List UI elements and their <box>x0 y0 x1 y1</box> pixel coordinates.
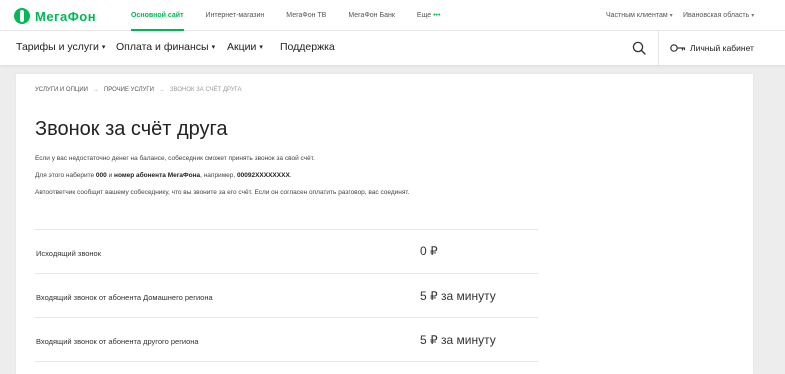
caret-down-icon: ▾ <box>211 44 216 51</box>
nav-divider <box>658 31 659 65</box>
dial-example: 00092XXXXXXXX <box>237 172 290 179</box>
top-link-online-store[interactable]: Интернет-магазин <box>206 0 265 31</box>
top-link-megafon-tv[interactable]: МегаФон ТВ <box>286 0 326 31</box>
megafon-logo[interactable]: МегаФон <box>14 7 96 25</box>
nav-item-promotions[interactable]: Акции ▾ <box>227 31 263 65</box>
dial-prefix: Для этого наберите <box>35 172 96 179</box>
content-card: УСЛУГИ И ОПЦИИ → ПРОЧИЕ УСЛУГИ → ЗВОНОК ЗА С… <box>16 74 753 374</box>
key-icon[interactable] <box>670 43 686 53</box>
top-link-main-site[interactable]: Основной сайт <box>131 0 184 31</box>
price-row-value-outgoing: 0 ₽ <box>420 244 438 258</box>
chevron-down-icon: ▾ <box>751 13 755 19</box>
top-link-megafon-bank[interactable]: МегаФон Банк <box>348 0 395 31</box>
more-dots-icon: ••• <box>433 12 441 19</box>
region-selector[interactable]: Ивановская область ▾ <box>683 0 754 31</box>
dial-instructions: Для этого наберите 000 и номер абонента … <box>35 172 292 179</box>
price-row-value-home-region: 5 ₽ за минуту <box>420 289 496 303</box>
price-divider <box>35 361 538 362</box>
breadcrumb: УСЛУГИ И ОПЦИИ → ПРОЧИЕ УСЛУГИ → ЗВОНОК ЗА С… <box>35 87 242 93</box>
top-links: Основной сайт Интернет-магазин МегаФон Т… <box>131 0 462 31</box>
breadcrumb-arrow-icon: → <box>92 87 99 93</box>
main-navigation: Тарифы и услуги ▾ Оплата и финансы ▾ Акции… <box>0 31 785 65</box>
dial-code: 000 <box>95 172 107 179</box>
breadcrumb-item-services[interactable]: УСЛУГИ И ОПЦИИ <box>35 87 88 93</box>
breadcrumb-current: ЗВОНОК ЗА СЧЁТ ДРУГА <box>169 87 242 93</box>
nav-item-label: Тарифы и услуги <box>16 41 99 53</box>
price-divider <box>35 229 538 230</box>
price-divider <box>35 273 538 274</box>
nav-item-payments[interactable]: Оплата и финансы ▾ <box>116 31 215 65</box>
nav-item-support[interactable]: Поддержка <box>280 31 335 65</box>
dial-and: и <box>106 172 115 179</box>
caret-down-icon: ▾ <box>259 44 263 51</box>
segment-label: Частным клиентам <box>606 12 668 19</box>
caret-down-icon: ▾ <box>101 44 106 51</box>
nav-item-label: Оплата и финансы <box>116 41 209 53</box>
region-label: Ивановская область <box>683 12 750 19</box>
logo-text: МегаФон <box>35 8 97 24</box>
nav-item-label: Поддержка <box>280 41 335 53</box>
more-label: Еще <box>416 12 432 19</box>
megafon-logo-icon <box>14 8 30 24</box>
breadcrumb-arrow-icon: → <box>158 87 165 93</box>
breadcrumb-item-other-services[interactable]: ПРОЧИЕ УСЛУГИ <box>104 87 154 93</box>
search-icon[interactable] <box>632 41 646 55</box>
dial-example-prefix: , например, <box>200 172 238 179</box>
dial-number-label: номер абонента МегаФона <box>114 172 201 179</box>
price-row-value-other-region: 5 ₽ за минуту <box>420 333 496 347</box>
intro-text: Если у вас недостаточно денег на балансе… <box>35 155 315 162</box>
top-link-more[interactable]: Еще ••• <box>417 0 441 31</box>
nav-item-label: Акции <box>227 41 257 53</box>
personal-account-link[interactable]: Личный кабинет <box>690 31 754 65</box>
autoreply-text: Автоответчик сообщит вашему собеседнику,… <box>35 189 410 196</box>
chevron-down-icon: ▾ <box>669 13 673 19</box>
price-row-label-home-region: Входящий звонок от абонента Домашнего ре… <box>36 293 213 302</box>
price-row-label-outgoing: Исходящий звонок <box>36 249 101 258</box>
page-title: Звонок за счёт друга <box>35 118 228 140</box>
segment-selector[interactable]: Частным клиентам ▾ <box>606 0 673 31</box>
price-divider <box>35 317 538 318</box>
nav-item-tariffs[interactable]: Тарифы и услуги ▾ <box>16 31 105 65</box>
dial-end: . <box>289 172 292 179</box>
top-utility-bar: МегаФон Основной сайт Интернет-магазин М… <box>0 0 785 31</box>
price-row-label-other-region: Входящий звонок от абонента другого реги… <box>36 337 199 346</box>
